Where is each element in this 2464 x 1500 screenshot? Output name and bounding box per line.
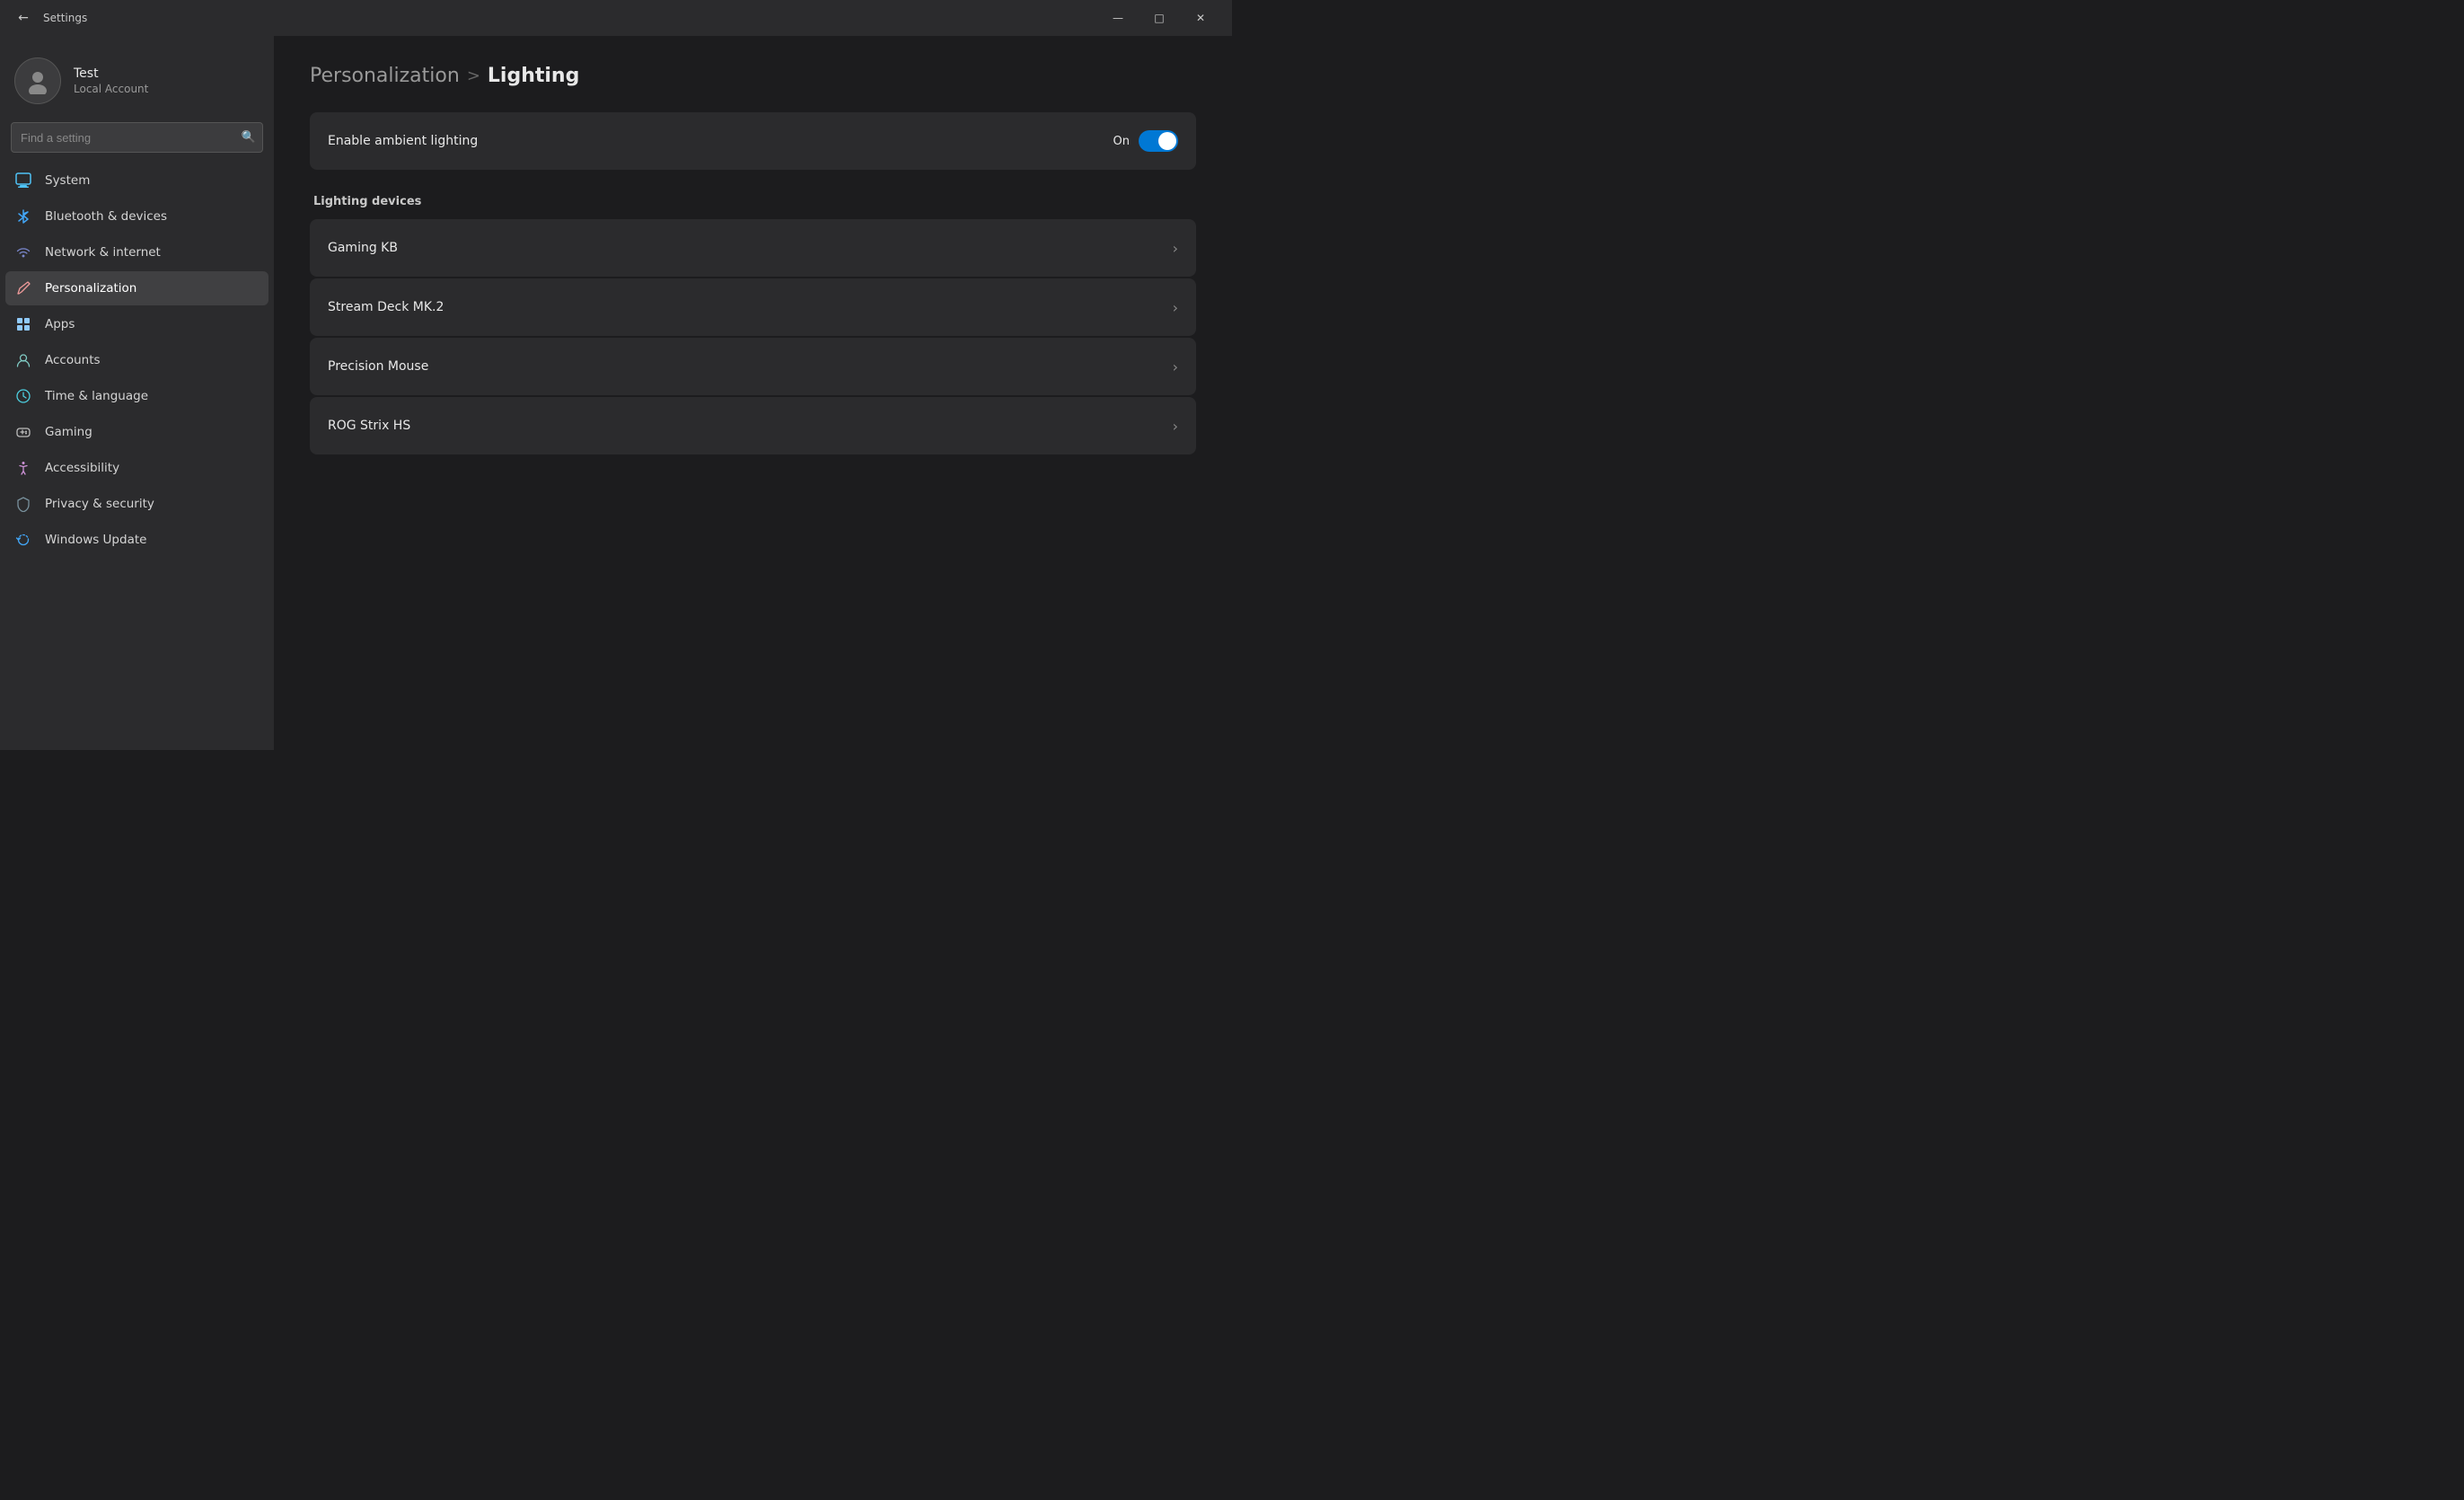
maximize-icon: □ (1154, 12, 1164, 24)
sidebar-item-bluetooth[interactable]: Bluetooth & devices (5, 199, 268, 234)
device-name: Stream Deck MK.2 (328, 300, 444, 314)
sidebar-item-label: Personalization (45, 281, 136, 296)
breadcrumb-parent[interactable]: Personalization (310, 65, 460, 87)
sidebar-item-privacy[interactable]: Privacy & security (5, 487, 268, 521)
update-icon (14, 531, 32, 549)
sidebar-item-apps[interactable]: Apps (5, 307, 268, 341)
device-name: ROG Strix HS (328, 419, 410, 433)
avatar (14, 57, 61, 104)
chevron-right-icon: › (1173, 418, 1178, 435)
chevron-right-icon: › (1173, 299, 1178, 316)
device-item[interactable]: Gaming KB › (310, 219, 1196, 277)
titlebar-back-button[interactable]: ← (11, 5, 36, 31)
sidebar-item-update[interactable]: Windows Update (5, 523, 268, 557)
window-controls: — □ ✕ (1097, 0, 1221, 36)
privacy-icon (14, 495, 32, 513)
toggle-thumb (1158, 132, 1176, 150)
device-name: Precision Mouse (328, 359, 428, 374)
minimize-button[interactable]: — (1097, 0, 1139, 36)
gaming-icon (14, 423, 32, 441)
sidebar-item-label: Bluetooth & devices (45, 209, 167, 224)
device-item[interactable]: Stream Deck MK.2 › (310, 278, 1196, 336)
sidebar-item-gaming[interactable]: Gaming (5, 415, 268, 449)
network-icon (14, 243, 32, 261)
accessibility-icon (14, 459, 32, 477)
breadcrumb-current: Lighting (488, 65, 579, 87)
sidebar-item-label: Gaming (45, 425, 92, 439)
titlebar: ← Settings — □ ✕ (0, 0, 1232, 36)
sidebar: Test Local Account 🔍 System Bluetooth & … (0, 36, 274, 750)
sidebar-item-label: Accessibility (45, 461, 119, 475)
chevron-right-icon: › (1173, 358, 1178, 375)
ambient-lighting-label: Enable ambient lighting (328, 134, 478, 148)
sidebar-item-label: Network & internet (45, 245, 161, 260)
device-list: Gaming KB › Stream Deck MK.2 › Precision… (310, 219, 1196, 454)
sidebar-item-personalization[interactable]: Personalization (5, 271, 268, 305)
accounts-icon (14, 351, 32, 369)
toggle-state-text: On (1113, 135, 1130, 148)
close-icon: ✕ (1196, 12, 1205, 24)
search-icon: 🔍 (242, 131, 256, 145)
device-item[interactable]: Precision Mouse › (310, 338, 1196, 395)
nav-list: System Bluetooth & devices Network & int… (0, 163, 274, 559)
time-icon (14, 387, 32, 405)
sidebar-item-time[interactable]: Time & language (5, 379, 268, 413)
ambient-lighting-row: Enable ambient lighting On (310, 112, 1196, 170)
search-input[interactable] (11, 122, 263, 153)
sidebar-item-label: Windows Update (45, 533, 146, 547)
user-account-type: Local Account (74, 83, 148, 95)
main-content: Personalization > Lighting Enable ambien… (274, 36, 1232, 750)
close-button[interactable]: ✕ (1180, 0, 1221, 36)
sidebar-item-label: Time & language (45, 389, 148, 403)
app-body: Test Local Account 🔍 System Bluetooth & … (0, 36, 1232, 750)
sidebar-item-label: Apps (45, 317, 75, 331)
sidebar-item-label: Privacy & security (45, 497, 154, 511)
sidebar-item-label: System (45, 173, 90, 188)
sidebar-item-accounts[interactable]: Accounts (5, 343, 268, 377)
sidebar-item-system[interactable]: System (5, 163, 268, 198)
search-box: 🔍 (11, 122, 263, 153)
apps-icon (14, 315, 32, 333)
toggle-right: On (1113, 130, 1178, 152)
bluetooth-icon (14, 207, 32, 225)
system-icon (14, 172, 32, 190)
chevron-right-icon: › (1173, 240, 1178, 257)
device-item[interactable]: ROG Strix HS › (310, 397, 1196, 454)
sidebar-item-accessibility[interactable]: Accessibility (5, 451, 268, 485)
maximize-button[interactable]: □ (1139, 0, 1180, 36)
breadcrumb: Personalization > Lighting (310, 65, 1196, 87)
user-info: Test Local Account (74, 66, 148, 95)
sidebar-item-label: Accounts (45, 353, 101, 367)
user-section: Test Local Account (0, 50, 274, 122)
user-name: Test (74, 66, 148, 81)
back-arrow-icon: ← (18, 11, 29, 25)
ambient-lighting-toggle[interactable] (1139, 130, 1178, 152)
sidebar-item-network[interactable]: Network & internet (5, 235, 268, 269)
minimize-icon: — (1113, 12, 1123, 24)
personalization-icon (14, 279, 32, 297)
breadcrumb-separator: > (467, 66, 480, 85)
titlebar-title: Settings (43, 12, 1097, 24)
device-name: Gaming KB (328, 241, 398, 255)
devices-section-label: Lighting devices (310, 195, 1196, 208)
